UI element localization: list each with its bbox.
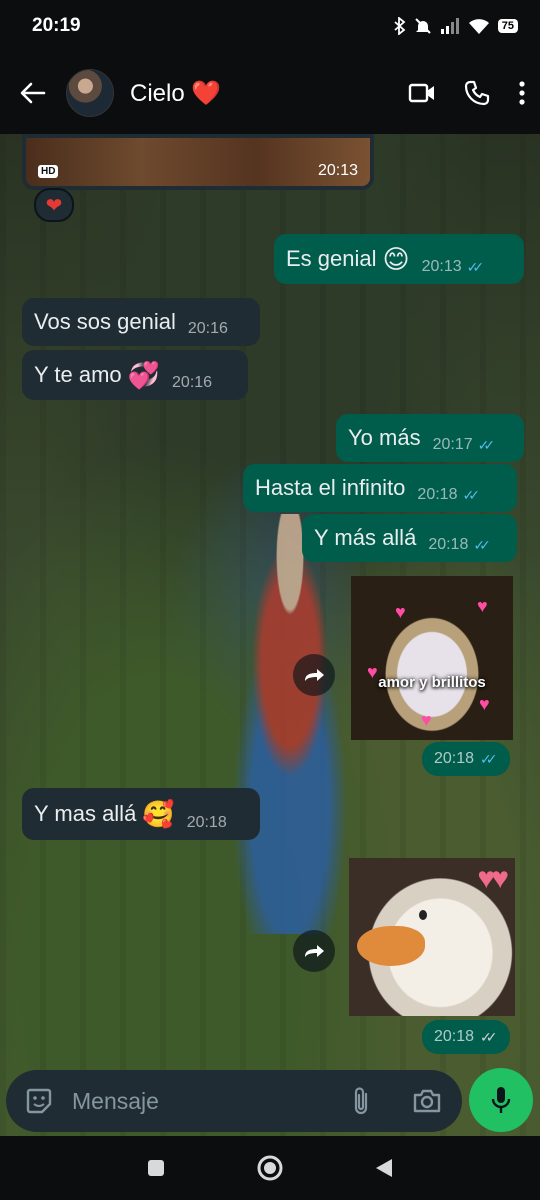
message-meta: 20:16 — [188, 320, 228, 346]
forward-button[interactable] — [293, 930, 335, 972]
hd-badge: HD — [38, 165, 59, 178]
message-text: Vos sos genial — [34, 309, 176, 334]
message-text: Y te amo — [34, 362, 122, 387]
read-ticks-icon: ✓✓ — [462, 486, 480, 503]
delivered-ticks-icon: ✓✓ — [480, 1028, 498, 1045]
message-input[interactable]: Mensaje — [72, 1088, 159, 1115]
forward-button[interactable] — [293, 654, 335, 696]
sticker-time-pill: 20:18 ✓✓ — [422, 742, 510, 776]
forward-icon — [305, 945, 324, 957]
mic-icon — [491, 1087, 511, 1113]
status-bar: 20:19 75 — [0, 0, 540, 52]
message-meta: 20:18 — [187, 814, 227, 840]
heart-decoration-icon: ♥ — [395, 602, 406, 622]
message-meta: 20:18 ✓✓ — [417, 486, 480, 512]
message-bubble-outgoing[interactable]: Yo más 20:17 ✓✓ — [336, 414, 524, 462]
contact-name[interactable]: Cielo ❤️ — [130, 79, 221, 108]
battery-icon: 75 — [497, 19, 518, 33]
duck-eye — [419, 910, 427, 920]
read-ticks-icon: ✓✓ — [477, 436, 496, 453]
camera-icon[interactable] — [412, 1088, 442, 1114]
smile-emoji: 😊 — [382, 244, 410, 274]
message-time: 20:16 — [172, 374, 213, 391]
message-composer[interactable]: Mensaje — [6, 1070, 462, 1132]
contact-name-text: Cielo — [130, 79, 185, 107]
read-ticks-icon: ✓✓ — [466, 258, 485, 275]
recents-icon[interactable] — [146, 1158, 166, 1178]
message-time: 20:16 — [187, 320, 228, 337]
message-meta: 20:18 ✓✓ — [428, 536, 491, 562]
sticker-time-pill: 20:18 ✓✓ — [422, 1020, 510, 1054]
message-time: 20:17 — [432, 436, 473, 453]
message-meta: 20:16 — [172, 374, 212, 400]
reaction-heart[interactable]: ❤ — [34, 188, 74, 222]
message-time: 20:13 — [317, 162, 358, 179]
message-text: Hasta el infinito — [255, 475, 406, 500]
composer-actions — [350, 1086, 442, 1116]
sticker-icon[interactable] — [24, 1086, 54, 1116]
message-time: 20:13 — [421, 258, 462, 275]
image-content: HD 20:13 — [26, 138, 370, 186]
sticker-mouse[interactable]: ♥ ♥ ♥ ♥ ♥ amor y brillitos — [351, 576, 513, 740]
message-time: 20:18 — [434, 750, 475, 767]
mute-icon — [415, 18, 431, 34]
message-time: 20:18 — [186, 814, 227, 831]
smiling-hearts-emoji: 🥰 — [142, 799, 175, 829]
image-message[interactable]: HD 20:13 — [22, 134, 374, 190]
chat-area[interactable]: HD 20:13 ❤ Es genial 😊 20:13 ✓✓ Vos sos … — [0, 134, 540, 1136]
message-meta: 20:13 ✓✓ — [422, 258, 485, 284]
avatar[interactable] — [66, 69, 114, 117]
system-nav-bar — [0, 1136, 540, 1200]
message-bubble-outgoing[interactable]: Es genial 😊 20:13 ✓✓ — [274, 234, 524, 284]
heart-decoration-icon: ♥ — [477, 596, 488, 616]
home-icon[interactable] — [256, 1154, 284, 1182]
sticker-duck[interactable]: ♥♥ — [349, 858, 515, 1016]
message-meta: 20:17 ✓✓ — [433, 436, 496, 462]
status-time: 20:19 — [32, 15, 81, 36]
bluetooth-icon — [394, 17, 406, 35]
message-bubble-incoming[interactable]: Vos sos genial 20:16 — [22, 298, 260, 346]
message-time: 20:18 — [434, 1028, 475, 1045]
duck-beak — [357, 926, 425, 966]
back-button[interactable] — [18, 78, 48, 108]
read-ticks-icon: ✓✓ — [480, 750, 498, 767]
message-text: Yo más — [348, 425, 421, 450]
hearts-decoration-icon: ♥♥ — [477, 862, 509, 895]
mic-button[interactable] — [469, 1068, 533, 1132]
message-text: Y más allá — [314, 525, 417, 550]
sticker-caption: amor y brillitos — [378, 674, 486, 691]
message-text: Y mas allá — [34, 801, 137, 826]
message-time: 20:18 — [428, 536, 469, 553]
message-bubble-incoming[interactable]: Y te amo 💞 20:16 — [22, 350, 248, 400]
back-nav-icon[interactable] — [374, 1157, 394, 1179]
message-bubble-incoming[interactable]: Y mas allá 🥰 20:18 — [22, 788, 260, 840]
wifi-icon — [468, 19, 489, 34]
attach-icon[interactable] — [350, 1086, 372, 1116]
message-text: Es genial — [286, 246, 377, 271]
forward-icon — [305, 669, 324, 681]
more-options-icon[interactable] — [518, 81, 526, 105]
read-ticks-icon: ✓✓ — [473, 536, 491, 553]
hearts-emoji: 💞 — [127, 360, 161, 390]
back-arrow-icon — [20, 82, 46, 104]
message-time: 20:18 — [417, 486, 458, 503]
status-icons: 75 — [394, 17, 518, 35]
message-bubble-outgoing[interactable]: Y más allá 20:18 ✓✓ — [302, 514, 517, 562]
heart-decoration-icon: ♥ — [479, 694, 490, 714]
message-bubble-outgoing[interactable]: Hasta el infinito 20:18 ✓✓ — [243, 464, 517, 512]
heart-decoration-icon: ♥ — [421, 710, 432, 730]
heart-emoji: ❤️ — [191, 79, 222, 107]
signal-icon — [440, 18, 459, 34]
chat-header: Cielo ❤️ — [0, 52, 540, 134]
header-actions — [408, 80, 526, 106]
phone-icon[interactable] — [464, 80, 490, 106]
video-call-icon[interactable] — [408, 82, 436, 104]
